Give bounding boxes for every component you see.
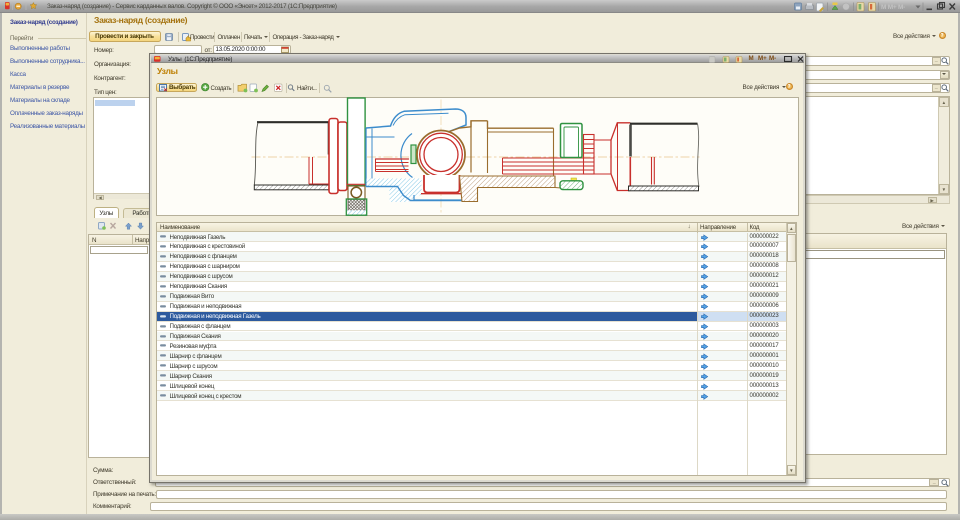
svg-text:М М+ М-: М М+ М- bbox=[881, 4, 905, 11]
